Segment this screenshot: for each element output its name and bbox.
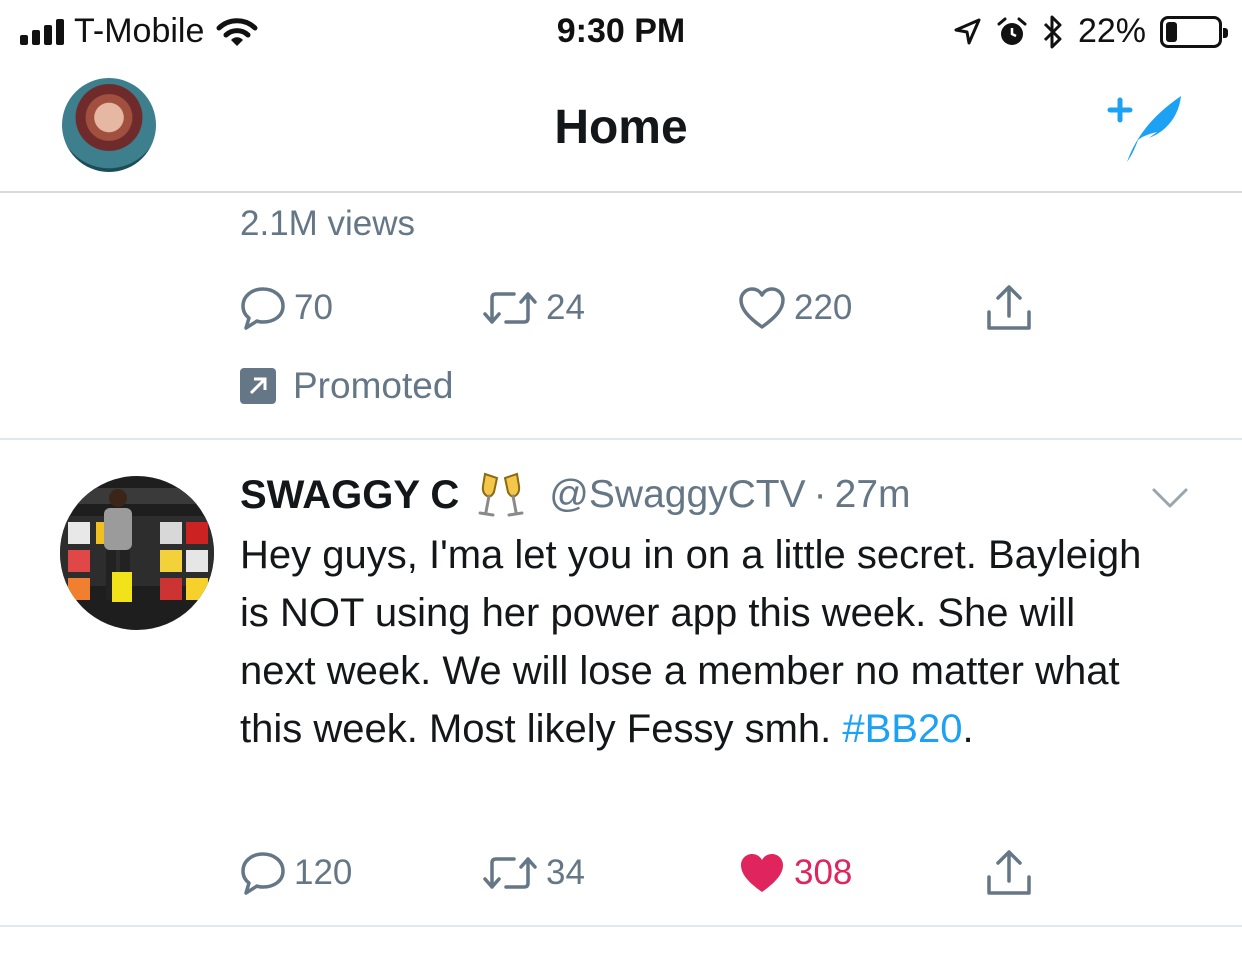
- location-icon: [954, 18, 981, 44]
- like-count: 220: [794, 288, 853, 327]
- wifi-icon: [216, 17, 258, 46]
- tweet-time: 27m: [834, 473, 911, 516]
- reply-count: 120: [294, 853, 353, 892]
- profile-avatar[interactable]: [62, 78, 156, 172]
- retweet-icon: [483, 857, 537, 889]
- tweet-text-end: .: [962, 707, 974, 751]
- share-icon: [987, 850, 1031, 895]
- heart-filled-icon: [741, 854, 783, 892]
- retweet-button[interactable]: 24: [482, 283, 585, 333]
- tweet-text: Hey guys, I'ma let you in on a little se…: [240, 526, 1160, 758]
- nav-bar: Home: [0, 64, 1242, 193]
- page-title: Home: [554, 101, 688, 154]
- status-left: T-Mobile: [20, 12, 258, 51]
- hashtag-link[interactable]: #BB20: [842, 707, 962, 751]
- battery-level: [1166, 21, 1177, 42]
- header-separator: ·: [813, 473, 827, 516]
- promoted-badge: Promoted: [240, 365, 453, 407]
- reply-count: 70: [294, 288, 333, 327]
- retweet-icon: [483, 292, 537, 324]
- reply-button[interactable]: 120: [240, 848, 352, 898]
- like-count: 308: [794, 853, 853, 892]
- tweet-author-avatar[interactable]: [60, 476, 214, 630]
- alarm-icon: [997, 17, 1027, 45]
- promoted-icon: [240, 368, 276, 404]
- author-handle[interactable]: @SwaggyCTV: [549, 473, 805, 517]
- champagne-glasses-icon: [478, 472, 524, 517]
- reply-icon: [241, 287, 285, 330]
- retweet-count: 24: [546, 288, 585, 327]
- reply-button[interactable]: 70: [240, 283, 333, 333]
- share-icon: [987, 285, 1031, 330]
- like-button[interactable]: 220: [738, 283, 852, 333]
- like-button[interactable]: 308: [738, 848, 852, 898]
- chevron-down-icon[interactable]: [1150, 484, 1190, 512]
- tweet-actions: 120 34 308: [240, 848, 1040, 898]
- retweet-button[interactable]: 34: [482, 848, 585, 898]
- status-right: 22%: [952, 12, 1228, 51]
- battery-cap: [1223, 27, 1228, 38]
- promoted-label: Promoted: [293, 365, 454, 406]
- status-bar: T-Mobile 9:30 PM 22%: [0, 0, 1242, 64]
- promoted-tweet-actions: 70 24 220: [240, 283, 1040, 333]
- video-view-count: 2.1M views: [240, 204, 416, 243]
- tweet-body: Hey guys, I'ma let you in on a little se…: [240, 533, 1142, 751]
- share-button[interactable]: [984, 848, 1034, 898]
- avatar-photo: [60, 476, 214, 630]
- heart-icon: [739, 287, 785, 329]
- signal-icon: [20, 18, 64, 45]
- bluetooth-icon: [1043, 15, 1062, 48]
- battery-percent: 22%: [1077, 12, 1146, 50]
- tweet-header: SWAGGY C @SwaggyCTV · 27m: [240, 470, 911, 520]
- retweet-count: 34: [546, 853, 585, 892]
- share-button[interactable]: [984, 283, 1034, 333]
- battery-icon: [1160, 15, 1228, 48]
- reply-icon: [241, 852, 285, 895]
- compose-tweet-icon[interactable]: [1105, 92, 1187, 166]
- author-display-name[interactable]: SWAGGY C: [240, 473, 459, 518]
- carrier-name: T-Mobile: [74, 12, 205, 50]
- tweet-divider: [0, 438, 1242, 440]
- tweet-divider: [0, 925, 1242, 927]
